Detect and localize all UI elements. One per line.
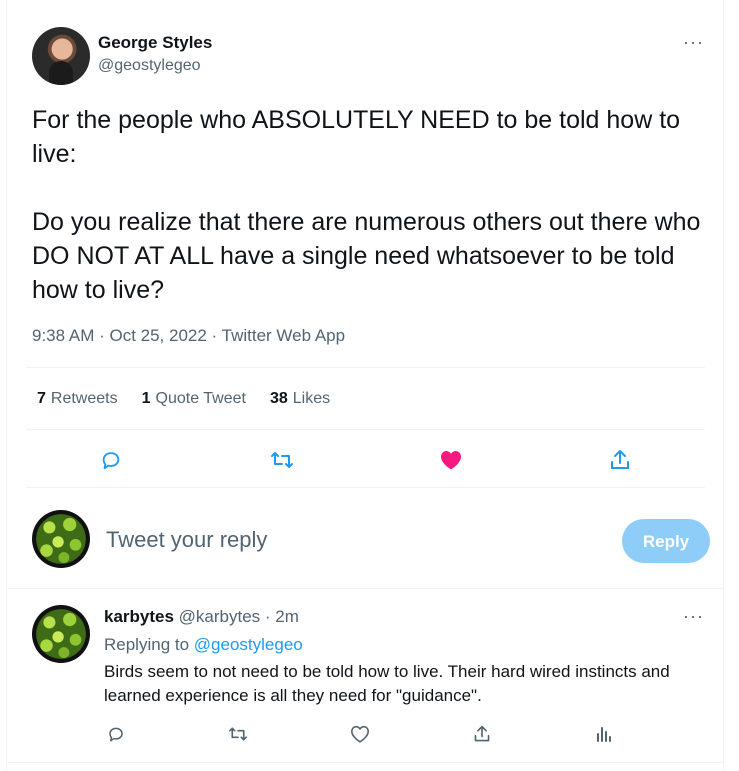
reply-text: Birds seem to not need to be told how to… (104, 662, 670, 705)
heart-icon[interactable] (350, 725, 370, 743)
divider (26, 367, 705, 368)
analytics-icon[interactable] (595, 725, 613, 743)
divider (26, 487, 705, 488)
reply-time[interactable]: · 2m (265, 607, 299, 626)
tweet-panel: George Styles @geostylegeo ··· For the p… (6, 0, 724, 771)
share-icon[interactable] (473, 724, 491, 744)
heart-filled-icon[interactable] (439, 449, 463, 471)
reply-author-name[interactable]: karbytes (104, 607, 174, 626)
engagement-stats: 7 Retweets 1 Quote Tweet 38 Likes (37, 390, 330, 408)
author-handle[interactable]: @geostylegeo (98, 57, 201, 75)
replying-to-link[interactable]: @geostylegeo (194, 635, 303, 654)
retweet-icon[interactable] (228, 725, 248, 743)
more-options-icon[interactable]: ··· (683, 32, 704, 53)
likes-stat[interactable]: 38 Likes (270, 390, 330, 408)
comment-icon[interactable] (100, 449, 122, 471)
reply-input[interactable]: Tweet your reply (106, 527, 267, 553)
author-name[interactable]: George Styles (98, 33, 212, 53)
retweet-icon[interactable] (270, 449, 294, 471)
user-avatar (32, 510, 90, 568)
reply-button[interactable]: Reply (622, 519, 710, 563)
divider (26, 429, 705, 430)
divider (7, 762, 723, 763)
author-avatar[interactable] (32, 27, 90, 85)
retweets-stat[interactable]: 7 Retweets (37, 390, 118, 408)
reply-author-avatar[interactable] (32, 605, 90, 663)
tweet-text: For the people who ABSOLUTELY NEED to be… (32, 106, 701, 304)
reply-author-handle[interactable]: @karbytes (179, 607, 261, 626)
tweet-timestamp[interactable]: 9:38 AM · Oct 25, 2022 · Twitter Web App (32, 326, 345, 346)
comment-icon[interactable] (107, 725, 125, 743)
reply-more-options-icon[interactable]: ··· (683, 606, 704, 627)
replying-to: Replying to @geostylegeo (104, 635, 303, 654)
divider (7, 588, 723, 589)
reply-header: karbytes @karbytes · 2m (104, 607, 299, 627)
share-icon[interactable] (609, 448, 631, 472)
quote-tweets-stat[interactable]: 1 Quote Tweet (142, 390, 246, 408)
